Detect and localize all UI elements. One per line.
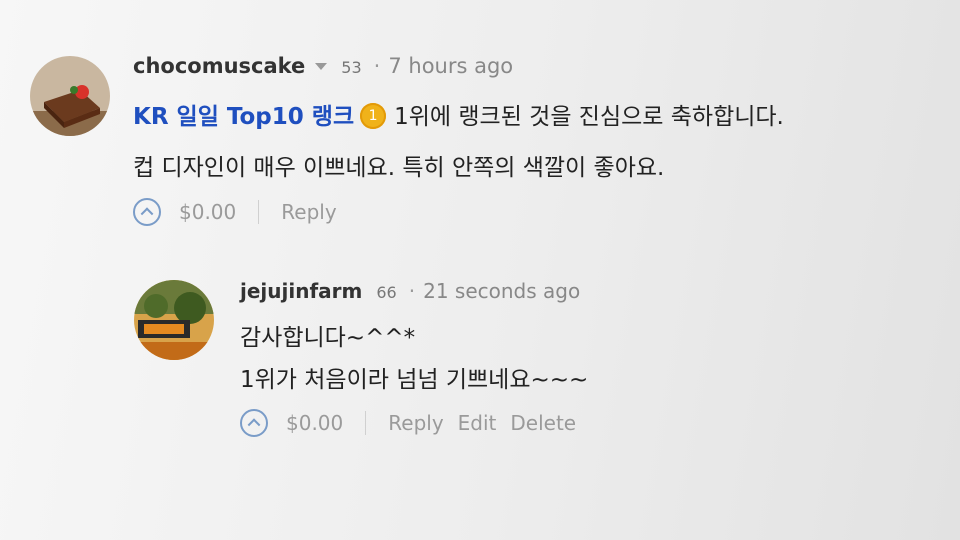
farm-avatar-image	[134, 280, 214, 360]
reply-body-line-1: 감사합니다~^^*	[240, 325, 416, 351]
author-name[interactable]: jejujinfarm	[240, 279, 362, 303]
timestamp[interactable]: 21 seconds ago	[423, 279, 580, 303]
rank-link[interactable]: KR 일일 Top10 랭크	[133, 104, 354, 130]
author-name[interactable]: chocomuscake	[133, 54, 305, 78]
reply-button[interactable]: Reply	[281, 200, 336, 224]
avatar-jejujinfarm[interactable]	[134, 280, 214, 360]
comment-body-line-2: 컵 디자인이 매우 이쁘네요. 특히 안쪽의 색깔이 좋아요.	[133, 155, 665, 181]
avatar-chocomuscake[interactable]	[30, 56, 110, 136]
congrats-text: 1위에 랭크된 것을 진심으로 축하합니다.	[394, 104, 784, 130]
reply-body-line-2: 1위가 처음이라 넘넘 기쁘네요~~~	[240, 367, 589, 393]
comment-body-line-1: KR 일일 Top10 랭크 1 1위에 랭크된 것을 진심으로 축하합니다.	[133, 97, 784, 131]
comment-actions: $0.00 Reply	[133, 198, 337, 226]
medal-icon: 1	[360, 102, 387, 129]
reply-button[interactable]: Reply	[388, 411, 443, 435]
reputation-badge: 66	[376, 283, 397, 302]
divider	[365, 411, 367, 435]
comment-meta: chocomuscake 53 · 7 hours ago	[133, 54, 513, 78]
reputation-badge: 53	[341, 58, 362, 77]
cake-avatar-image	[30, 56, 110, 136]
reply-actions: $0.00 Reply Edit Delete	[240, 409, 576, 437]
delete-button[interactable]: Delete	[510, 411, 576, 435]
upvote-icon[interactable]	[240, 409, 268, 437]
divider	[258, 200, 260, 224]
separator-dot: ·	[373, 54, 381, 78]
separator-dot: ·	[408, 279, 416, 303]
dropdown-caret-icon[interactable]	[315, 63, 328, 70]
payout-value[interactable]: $0.00	[286, 411, 343, 435]
reply-meta: jejujinfarm 66 · 21 seconds ago	[240, 279, 580, 303]
upvote-icon[interactable]	[133, 198, 161, 226]
edit-button[interactable]: Edit	[458, 411, 497, 435]
timestamp[interactable]: 7 hours ago	[388, 54, 513, 78]
payout-value[interactable]: $0.00	[179, 200, 236, 224]
